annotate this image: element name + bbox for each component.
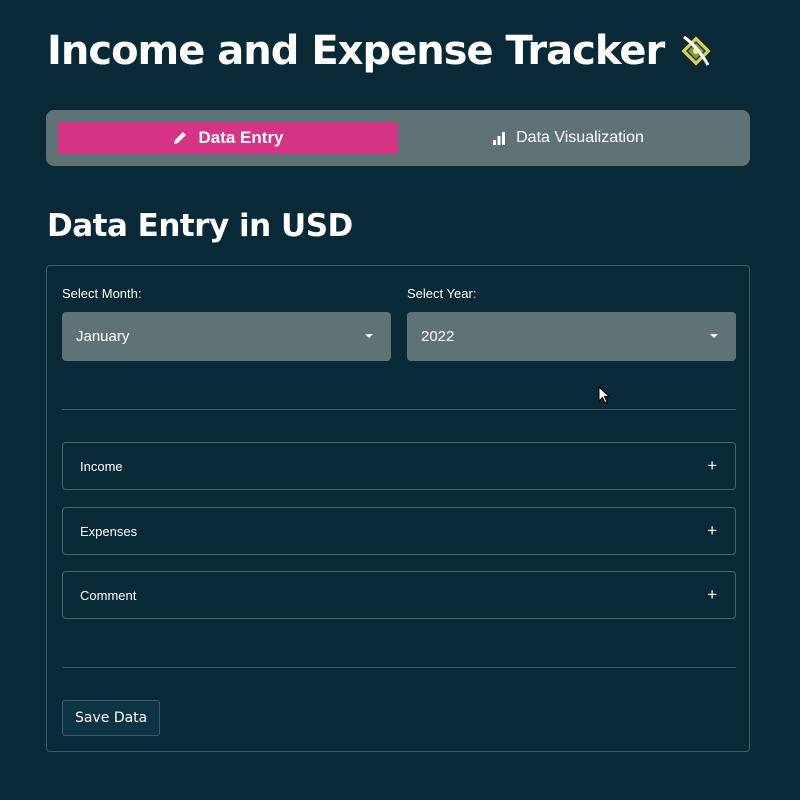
year-select[interactable]: 2022 <box>407 312 736 361</box>
bar-chart-icon <box>493 132 506 145</box>
data-entry-card: Select Month: January Select Year: 2022 … <box>46 265 750 752</box>
plus-icon: + <box>707 521 717 540</box>
year-label: Select Year: <box>407 286 477 301</box>
divider <box>62 409 736 410</box>
accordion-income[interactable]: Income + <box>62 442 736 490</box>
month-label: Select Month: <box>62 286 142 301</box>
plus-icon: + <box>707 456 717 475</box>
section-title: Data Entry in USD <box>47 208 353 244</box>
tab-data-entry[interactable]: Data Entry <box>58 122 398 154</box>
month-value: January <box>76 328 130 345</box>
accordion-label: Expenses <box>80 523 138 539</box>
accordion-label: Comment <box>80 587 137 603</box>
plus-icon: + <box>707 585 717 604</box>
year-value: 2022 <box>421 328 455 345</box>
money-stack-icon <box>678 33 714 69</box>
divider <box>62 667 736 668</box>
tab-label: Data Visualization <box>516 129 644 146</box>
accordion-label: Income <box>80 458 123 474</box>
tab-label: Data Entry <box>198 128 284 147</box>
pencil-icon <box>174 132 187 144</box>
tab-data-visualization[interactable]: Data Visualization <box>398 122 738 154</box>
mouse-cursor-icon <box>598 386 610 404</box>
tab-bar: Data Entry Data Visualization <box>46 110 750 166</box>
chevron-down-icon <box>365 334 373 338</box>
title-text: Income and Expense Tracker <box>47 28 665 74</box>
accordion-expenses[interactable]: Expenses + <box>62 507 736 555</box>
page-title: Income and Expense Tracker <box>47 28 714 74</box>
chevron-down-icon <box>710 334 718 338</box>
accordion-comment[interactable]: Comment + <box>62 571 736 619</box>
month-select[interactable]: January <box>62 312 391 361</box>
save-data-button[interactable]: Save Data <box>62 700 161 736</box>
